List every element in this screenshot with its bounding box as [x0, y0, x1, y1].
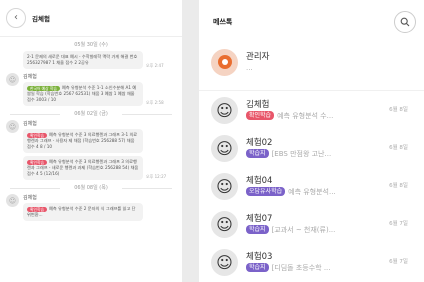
preview-badge: 확인학습 [246, 111, 275, 120]
search-icon [400, 17, 410, 27]
chat-list-item[interactable]: ☺ 체험07 학습지 [교과서 ~ 천재(류)... 6월 7일 [199, 205, 424, 243]
list-header: 메쓰톡 [199, 0, 424, 44]
chat-list-item[interactable]: ☺ 체험03 학습지 [디딤돌 초등수학 ... 6월 7일 [199, 243, 424, 281]
avatar[interactable]: ☺ [6, 194, 19, 207]
preview-badge: 학습지 [246, 225, 269, 234]
back-button[interactable]: ‹ [6, 8, 26, 28]
sender-name: 김체험 [23, 121, 37, 127]
chat-preview: 오답유사학습 예측 유형분석... [246, 187, 396, 197]
preview-badge: 학습지 [246, 149, 269, 158]
chat-list-screen: 메쓰톡 관리자 ... ☺ 김체험 확인학습 예측 유형분석 수... 6월 8… [199, 0, 424, 282]
chat-list-item[interactable]: ☺ 김체험 확인학습 예측 유형분석 수... 6월 8일 [199, 90, 424, 129]
message-badge: 확인학습 [27, 132, 47, 138]
chat-header: ‹ 김체험 [0, 0, 182, 37]
preview-text: [교과서 ~ 천재(류)... [271, 225, 336, 234]
message-time: 오후 2:58 [146, 100, 164, 105]
message: 2-1 문제의 새로운 대표 예시 - 수학발레학 맥락 가게 해결 번호 25… [6, 51, 176, 69]
chevron-left-icon: ‹ [14, 12, 18, 23]
preview-text: [디딤돌 초등수학 ... [271, 263, 331, 272]
chat-messages[interactable]: 05월 30일 (수) 2-1 문제의 새로운 대표 예시 - 수학발레학 맥락… [0, 41, 182, 221]
chat-date: 6월 8일 [389, 107, 408, 113]
message-bubble[interactable]: 확인학습 예측 유형분석 수준 2 문자의 식 그래프를 읽고 단위변환... [23, 203, 143, 221]
message-text: 2-1 문제의 새로운 대표 예시 - 수학발레학 맥락 가게 해결 번호 25… [27, 54, 138, 65]
chat-preview: 학습지 [EBS 만점왕 고난... [246, 149, 396, 159]
chat-list-item[interactable]: ☺ 체험04 오답유사학습 예측 유형분석... 6월 8일 [199, 167, 424, 205]
message-bubble[interactable]: 한국어 예상 학습 예측 유형분석 수준 1-1 소인수분해 A1 예쌈일 학습 … [23, 82, 143, 106]
date-separator: 06월 02일 (금) [6, 110, 176, 117]
chat-date: 6월 8일 [389, 145, 408, 151]
chat-list-item-admin[interactable]: 관리자 ... [199, 44, 424, 80]
sender-name: 김체험 [23, 195, 37, 201]
chat-title: 김체험 [32, 15, 50, 23]
avatar[interactable]: ☺ [6, 73, 19, 86]
chat-preview: 학습지 [교과서 ~ 천재(류)... [246, 225, 396, 235]
preview-text: 예측 유형분석 수... [277, 111, 334, 120]
avatar: ☺ [211, 134, 238, 162]
chat-preview: ... [246, 63, 396, 73]
message-time: 오후 12:27 [146, 174, 167, 179]
search-button[interactable] [394, 11, 416, 33]
message: ☺ 김체험 한국어 예상 학습 예측 유형분석 수준 1-1 소인수분해 A1 예… [6, 73, 176, 106]
page-title: 메쓰톡 [213, 18, 233, 26]
chat-list-item[interactable]: ☺ 체험02 학습지 [EBS 만점왕 고난... 6월 8일 [199, 129, 424, 167]
avatar: ☺ [211, 96, 238, 124]
avatar: ☺ [211, 210, 238, 238]
message-time: 오후 2:47 [146, 63, 164, 68]
chat-date: 6월 8일 [389, 183, 408, 189]
avatar [211, 48, 238, 76]
sender-name: 김체험 [23, 74, 37, 80]
preview-text: [EBS 만점왕 고난... [271, 149, 332, 158]
admin-logo-icon [217, 55, 232, 69]
chat-preview: 확인학습 예측 유형분석 수... [246, 111, 396, 121]
message-badge: 확인학습 [27, 159, 47, 165]
preview-badge: 오답유사학습 [246, 187, 286, 196]
message-badge: 한국어 예상 학습 [27, 85, 60, 91]
chat-screen: ‹ 김체험 05월 30일 (수) 2-1 문제의 새로운 대표 예시 - 수학… [0, 0, 182, 282]
message: ☺ 김체험 확인학습 예측 유형분석 수준 3 의료행렌과 그래프 3-1 의료행… [6, 120, 176, 180]
date-separator: 05월 30일 (수) [74, 42, 108, 48]
avatar: ☺ [211, 248, 238, 276]
message-bubble[interactable]: 확인학습 예측 유형분석 수준 3 의료행렌과 그래프 3 의료행렌과 그래프 -… [23, 156, 143, 180]
preview-text: ... [246, 63, 253, 72]
preview-badge: 학습지 [246, 263, 269, 272]
date-separator: 06월 08일 (목) [6, 184, 176, 191]
message-bubble[interactable]: 2-1 문제의 새로운 대표 예시 - 수학발레학 맥락 가게 해결 번호 25… [23, 51, 143, 69]
chat-date: 6월 7일 [389, 259, 408, 265]
avatar: ☺ [211, 172, 238, 200]
message-badge: 확인학습 [27, 206, 47, 212]
preview-text: 예측 유형분석... [288, 187, 336, 196]
message: ☺ 김체험 확인학습 예측 유형분석 수준 2 문자의 식 그래프를 읽고 단위변… [6, 194, 176, 221]
avatar[interactable]: ☺ [6, 120, 19, 133]
chat-name: 관리자 [246, 51, 270, 62]
chat-date: 6월 7일 [389, 221, 408, 227]
message-bubble[interactable]: 확인학습 예측 유형분석 수준 3 의료행렌과 그래프 3-1 의료행렌과 그래프… [23, 129, 143, 153]
chat-preview: 학습지 [디딤돌 초등수학 ... [246, 263, 396, 273]
